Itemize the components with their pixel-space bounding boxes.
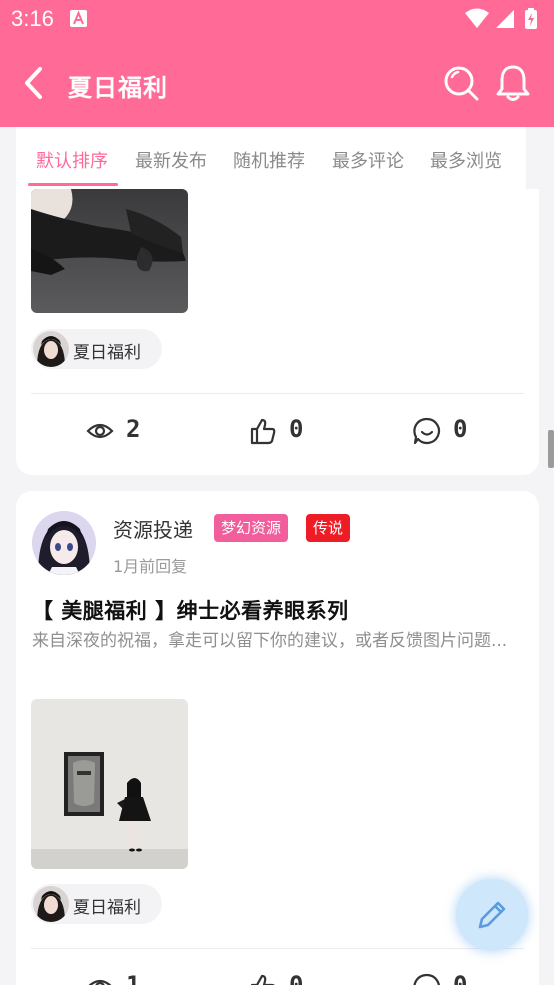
tab-active-indicator [28,183,118,186]
signal-icon [496,10,514,28]
divider [31,393,524,394]
tab-random[interactable]: 随机推荐 [233,147,305,173]
post-card[interactable]: 夏日福利 2 0 0 [16,189,539,475]
comments-count: 0 [453,971,468,985]
bell-icon[interactable] [494,63,532,103]
rank-badge: 传说 [306,514,351,542]
comment-icon [413,973,440,985]
views-count: 2 [126,415,141,443]
likes-stat[interactable]: 0 [249,971,309,985]
status-time: 3:16 [11,6,54,31]
comments-count: 0 [453,415,468,443]
status-icons [465,8,537,29]
comments-stat[interactable]: 0 [413,971,473,985]
tag-avatar [33,331,69,367]
battery-icon [525,8,537,29]
post-title[interactable]: 【 美腿福利 】绅士必看养眼系列 [32,595,349,625]
compose-post-button[interactable] [456,879,528,951]
scrollbar-thumb[interactable] [548,430,554,468]
level-badge: 梦幻资源 [214,514,289,542]
likes-stat[interactable]: 0 [249,415,309,449]
status-bar: 3:16 [0,0,554,40]
tag-avatar [33,886,69,922]
author-name[interactable]: 资源投递 [113,514,193,543]
eye-icon [88,979,112,985]
comment-icon [413,417,441,445]
author-avatar[interactable] [32,511,96,575]
views-stat[interactable]: 2 [86,415,146,449]
tag-label: 夏日福利 [73,898,141,918]
views-stat[interactable]: 1 [86,971,146,985]
back-arrow-icon[interactable] [20,64,50,102]
tab-default-sort[interactable]: 默认排序 [36,147,108,173]
post-excerpt: 来自深夜的祝福，拿走可以留下你的建议，或者反馈图片问题... [32,631,508,651]
views-count: 1 [126,971,141,985]
likes-count: 0 [289,415,304,443]
wifi-icon [465,8,489,28]
comments-stat[interactable]: 0 [413,415,473,449]
thumbnail-photo [31,189,188,313]
search-icon[interactable] [442,64,480,102]
post-thumbnail[interactable] [31,699,188,869]
divider [31,948,524,949]
post-time: 1月前回复 [113,557,188,576]
app-header: 3:16 夏日福利 [0,0,554,127]
tab-most-comments[interactable]: 最多评论 [332,147,404,173]
category-tag[interactable]: 夏日福利 [31,884,162,924]
thumbnail-photo [31,699,188,869]
post-thumbnail[interactable] [31,189,188,313]
tag-label: 夏日福利 [73,343,141,363]
likes-count: 0 [289,971,304,985]
edit-pencil-icon [478,901,506,929]
thumbs-up-icon [250,974,275,985]
notification-a-icon [70,10,87,27]
sort-tabs: 默认排序 最新发布 随机推荐 最多评论 最多浏览 最 [16,127,526,189]
thumbs-up-icon [250,418,276,445]
eye-icon [86,423,114,439]
tab-most-views[interactable]: 最多浏览 [430,147,502,173]
tab-newest[interactable]: 最新发布 [135,147,207,173]
category-tag[interactable]: 夏日福利 [31,329,162,369]
page-title: 夏日福利 [68,74,168,102]
